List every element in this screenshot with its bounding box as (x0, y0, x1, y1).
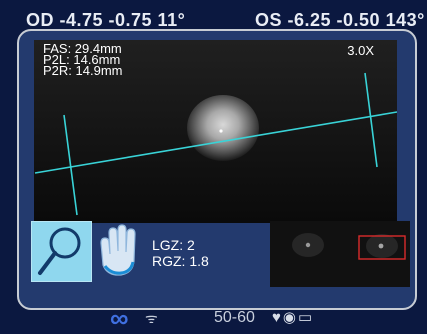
pupil (187, 95, 259, 161)
right-pupil-thumb (378, 243, 384, 249)
pan-tool-button[interactable] (93, 221, 147, 282)
measurement-panel: FAS: 29.4mm P2L: 14.6mm P2R: 14.9mm 3.0X… (17, 29, 417, 310)
corneal-reflection (219, 129, 223, 133)
thumbnail-strip[interactable] (270, 221, 410, 287)
measurement-readouts: FAS: 29.4mm P2L: 14.6mm P2R: 14.9mm (43, 42, 123, 78)
zoom-tool-button[interactable] (31, 221, 92, 282)
p2r-readout: P2R: 14.9mm (43, 63, 123, 78)
background-header: OD -4.75 -0.75 11° OS -6.25 -0.50 143° (0, 0, 427, 30)
magnifier-icon (38, 227, 81, 275)
range-label: 50-60 (214, 309, 255, 326)
eye-image-viewer[interactable]: FAS: 29.4mm P2L: 14.6mm P2R: 14.9mm 3.0X (34, 40, 397, 223)
thumbnail-preview (270, 221, 410, 287)
od-prescription: OD -4.75 -0.75 11° (26, 10, 186, 30)
zoom-values: LGZ: 2 RGZ: 1.8 (152, 237, 209, 269)
os-prescription: OS -6.25 -0.50 143° (255, 10, 425, 30)
rgz-value: RGZ: 1.8 (152, 253, 209, 269)
wifi-icon: ᯤ (145, 310, 158, 326)
lgz-value: LGZ: 2 (152, 237, 195, 253)
status-icons: ♥◉▭ (272, 309, 315, 326)
left-pupil-thumb (305, 242, 311, 248)
zoom-level: 3.0X (347, 43, 374, 58)
hand-icon (100, 224, 136, 276)
